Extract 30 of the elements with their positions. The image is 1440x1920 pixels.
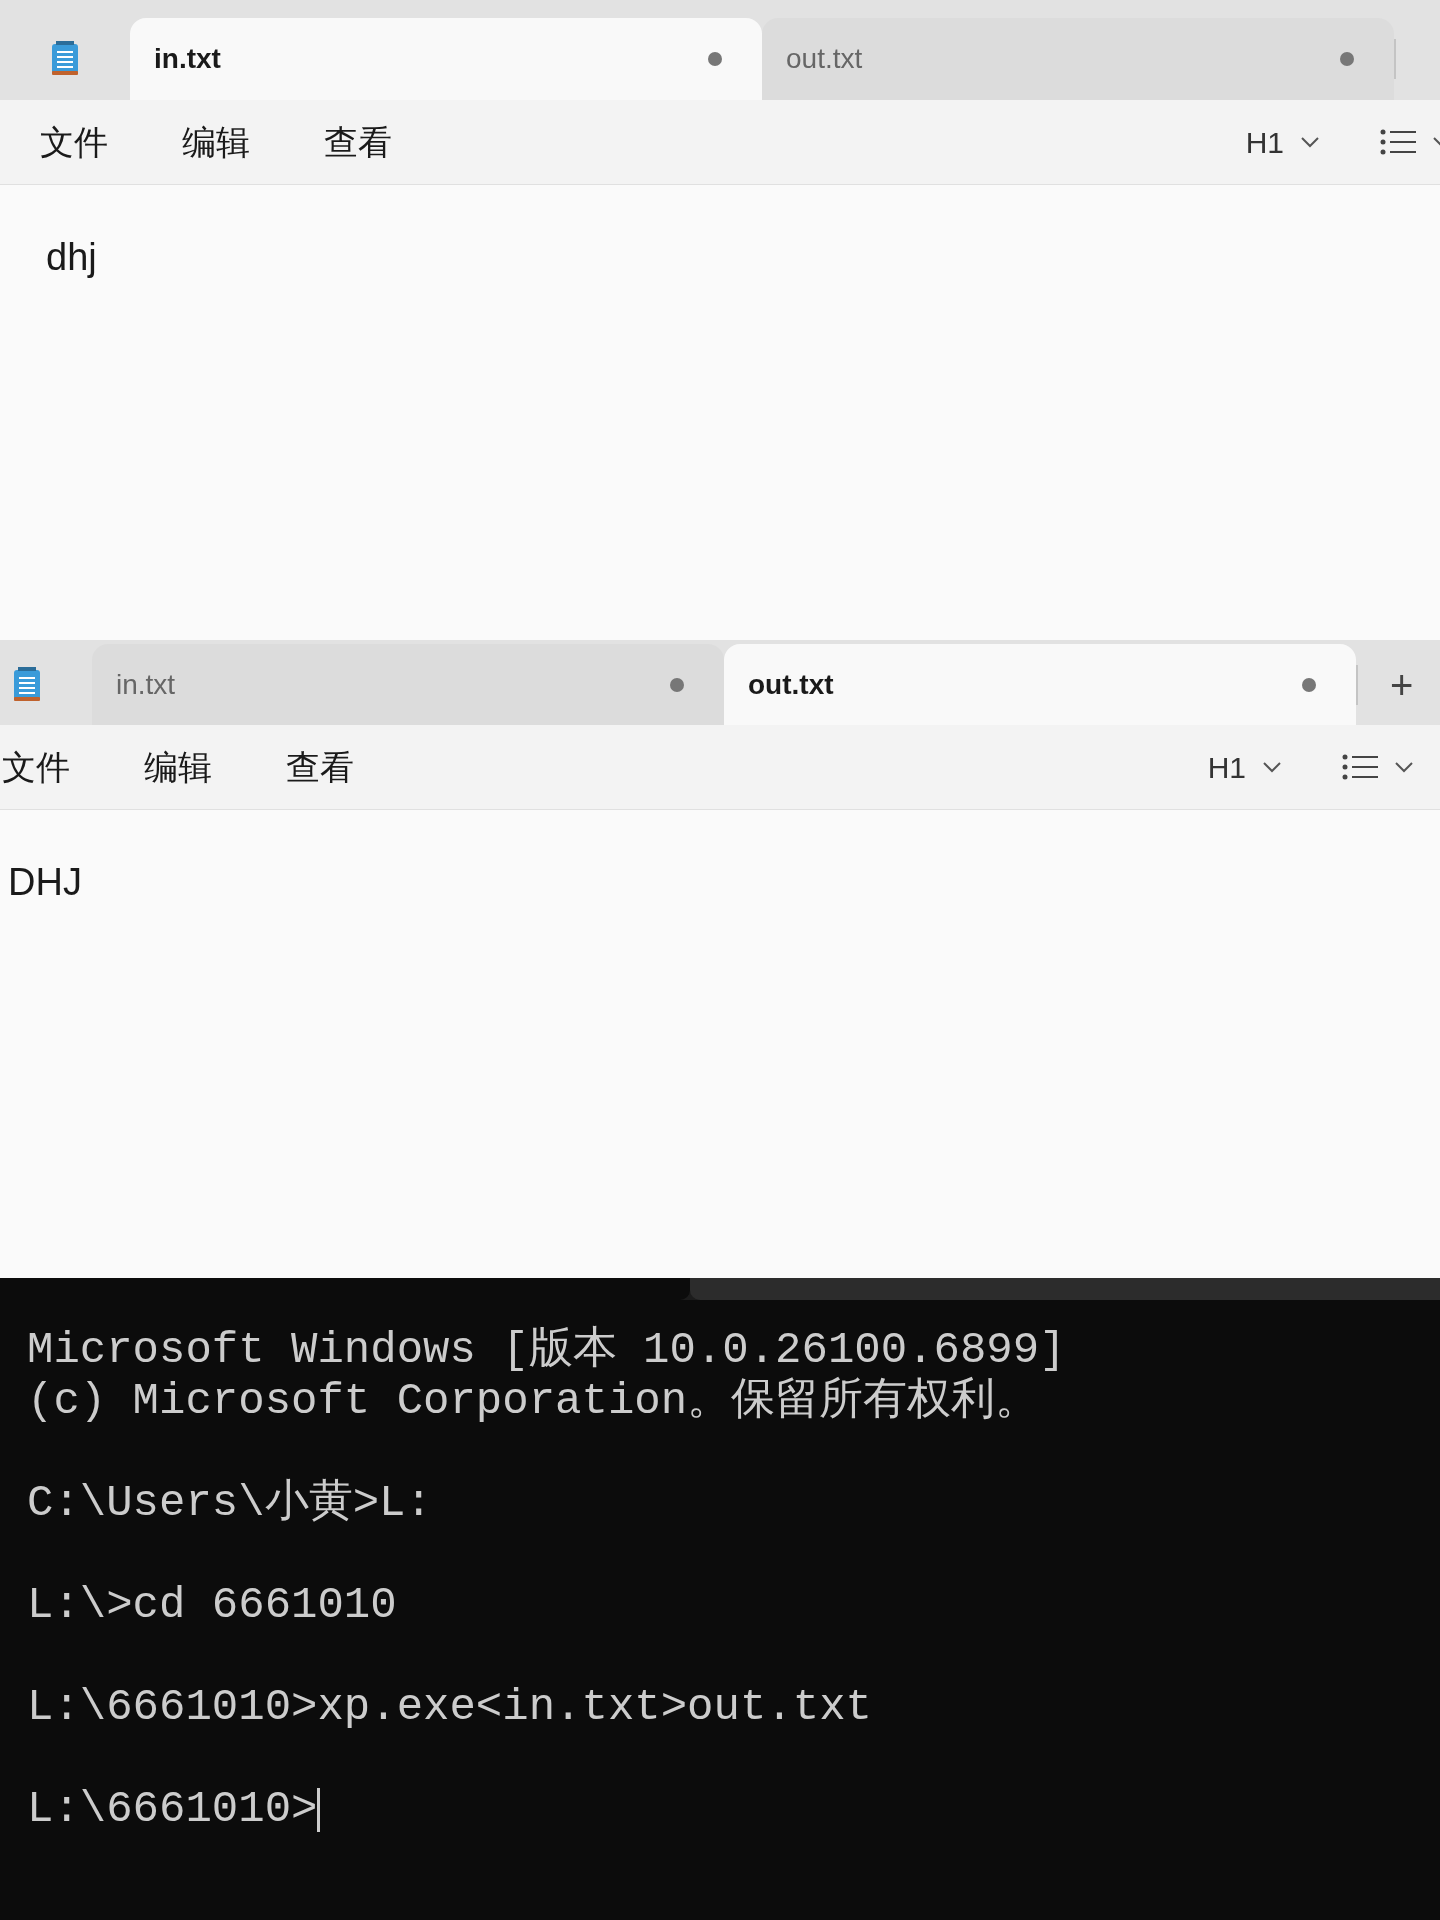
list-dropdown[interactable] [1342,754,1414,780]
document-text: DHJ [8,861,82,903]
list-icon [1380,129,1416,155]
terminal-line: Microsoft Windows [版本 10.0.26100.6899] [27,1325,1066,1376]
terminal-line: L:\>cd 6661010 [27,1580,397,1631]
chevron-down-icon [1300,136,1320,148]
list-icon [1342,754,1378,780]
terminal-line: C:\Users\小黄>L: [27,1478,432,1529]
menu-item[interactable]: 文件 [40,116,108,168]
heading-dropdown[interactable]: H1 [1245,119,1320,165]
chevron-down-icon [1262,761,1282,773]
new-tab-button[interactable]: + [1382,664,1422,705]
tab[interactable]: in.txt [92,644,724,725]
terminal-line: (c) Microsoft Corporation。保留所有权利。 [27,1376,1040,1427]
terminal-line: L:\6661010>xp.exe<in.txt>out.txt [27,1682,872,1733]
tab[interactable]: out.txt [724,644,1356,725]
heading-dropdown[interactable]: H1 [1207,744,1282,790]
document-text: dhj [46,236,97,278]
terminal-line: L:\6661010> [27,1784,318,1835]
list-dropdown[interactable] [1380,129,1440,155]
tab[interactable]: in.txt [130,18,762,100]
notepad-icon [50,41,80,77]
notepad-icon [12,666,42,703]
chevron-down-icon [1394,761,1414,773]
tab[interactable]: out.txt [762,18,1394,100]
menu-item[interactable]: 查看 [286,741,354,793]
menu-item[interactable]: 查看 [324,116,392,168]
menu-item[interactable]: 文件 [2,741,70,793]
menu-item[interactable]: 编辑 [182,116,250,168]
menu-item[interactable]: 编辑 [144,741,212,793]
